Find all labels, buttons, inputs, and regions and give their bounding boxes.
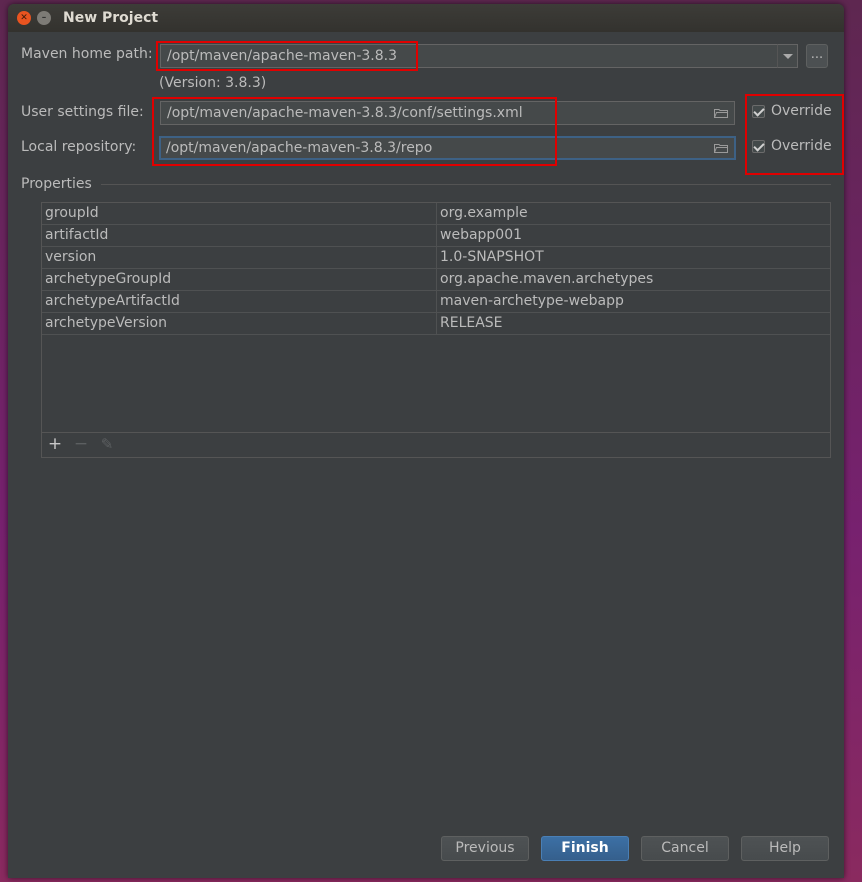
remove-icon[interactable]: − <box>73 435 89 453</box>
chevron-down-icon[interactable] <box>777 44 798 68</box>
property-value[interactable]: 1.0-SNAPSHOT <box>440 247 544 269</box>
properties-section-title: Properties <box>21 176 92 192</box>
table-toolbar-divider <box>42 432 830 433</box>
cancel-button[interactable]: Cancel <box>641 836 729 861</box>
highlight-box-overrides <box>745 94 844 175</box>
user-settings-label: User settings file: <box>21 104 144 120</box>
property-key: archetypeVersion <box>45 315 167 331</box>
maven-version-note: (Version: 3.8.3) <box>159 75 267 91</box>
column-separator <box>436 203 437 335</box>
folder-icon[interactable] <box>714 108 728 118</box>
close-window-button[interactable]: ✕ <box>17 11 31 25</box>
properties-table: groupId org.example artifactId webapp001… <box>41 202 831 458</box>
property-value[interactable]: org.example <box>440 203 528 225</box>
minimize-window-button[interactable]: – <box>37 11 51 25</box>
property-key: version <box>45 249 97 265</box>
property-key: archetypeGroupId <box>45 271 172 287</box>
highlight-box-maven-home <box>156 41 418 71</box>
browse-maven-home-button[interactable]: ... <box>806 44 828 68</box>
property-key: artifactId <box>45 227 109 243</box>
folder-icon[interactable] <box>714 143 728 153</box>
edit-icon[interactable]: ✎ <box>99 435 115 453</box>
highlight-box-settings-repo <box>152 97 557 166</box>
property-value[interactable]: maven-archetype-webapp <box>440 291 624 313</box>
property-value[interactable]: org.apache.maven.archetypes <box>440 269 653 291</box>
finish-button[interactable]: Finish <box>541 836 629 861</box>
section-divider <box>101 184 831 185</box>
property-key: groupId <box>45 205 99 221</box>
add-icon[interactable]: + <box>47 435 63 453</box>
maven-home-label: Maven home path: <box>21 46 153 62</box>
property-value[interactable]: webapp001 <box>440 225 522 247</box>
window-title: New Project <box>63 10 159 26</box>
property-key: archetypeArtifactId <box>45 293 180 309</box>
local-repository-label: Local repository: <box>21 139 137 155</box>
property-value[interactable]: RELEASE <box>440 313 503 335</box>
help-button[interactable]: Help <box>741 836 829 861</box>
previous-button[interactable]: Previous <box>441 836 529 861</box>
